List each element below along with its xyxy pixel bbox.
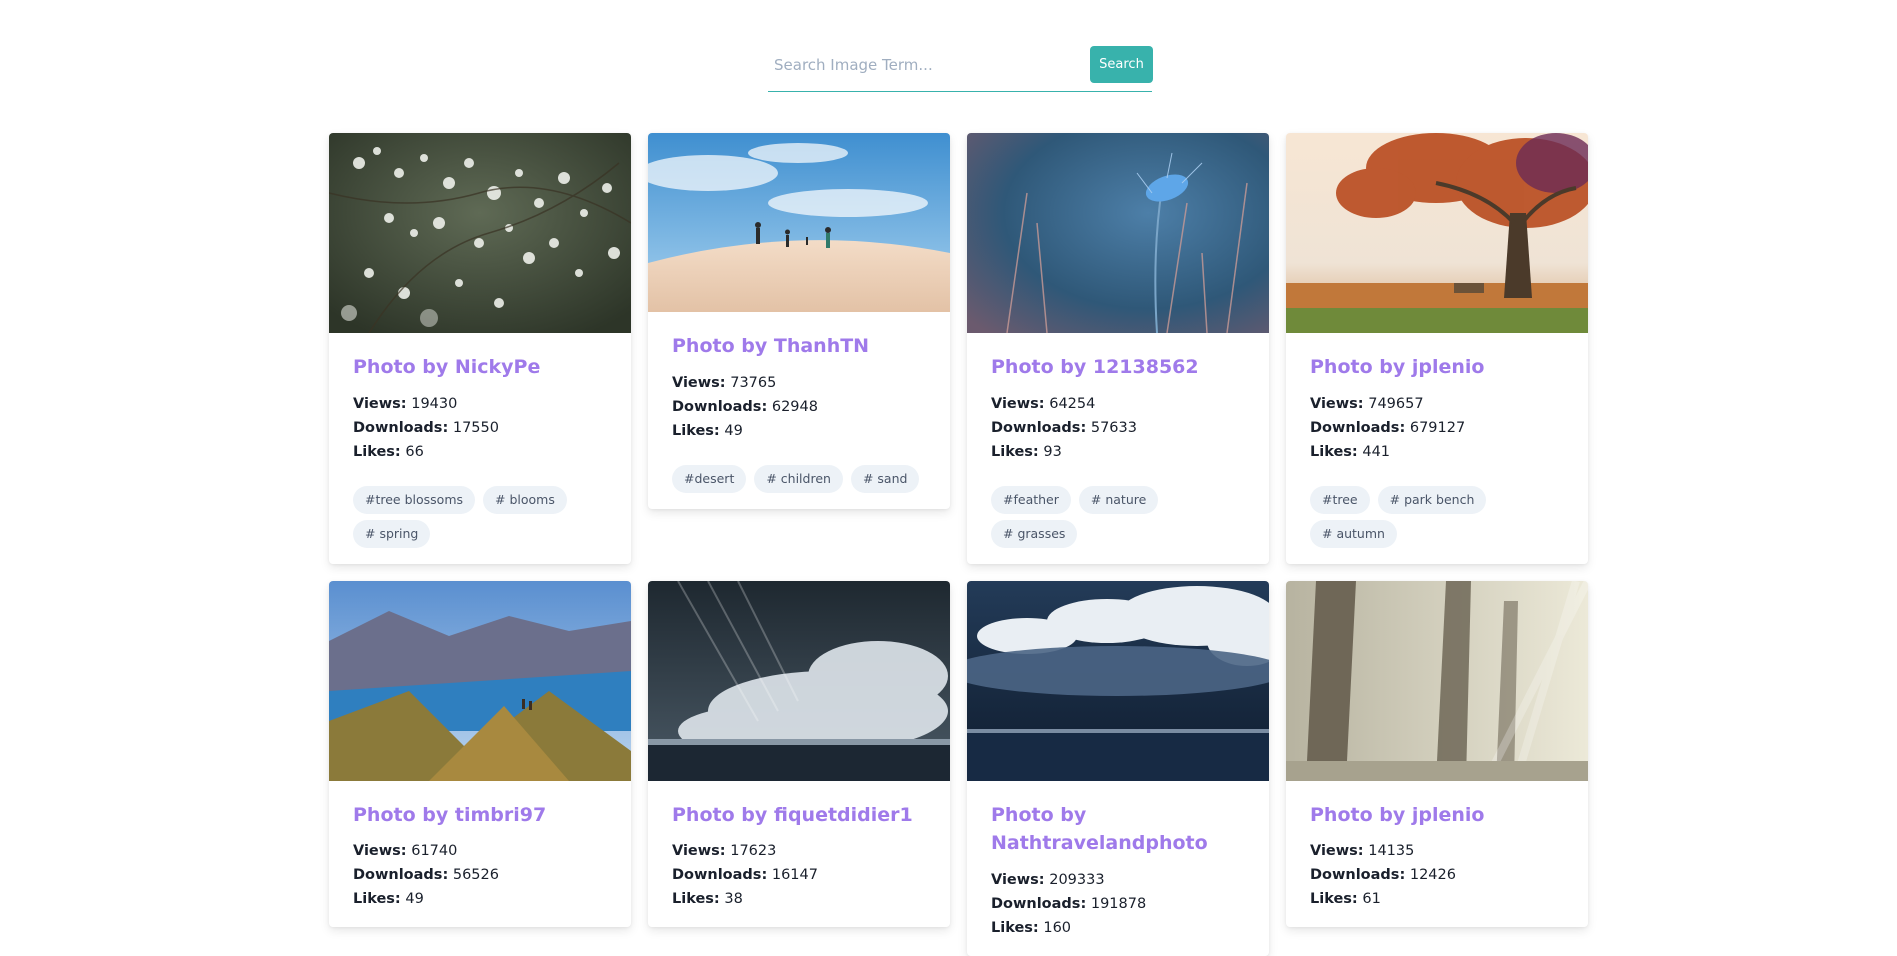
card-title: Photo by NickyPe <box>353 356 541 378</box>
card-photo <box>1286 133 1588 333</box>
views-stat: Views: 209333 <box>991 871 1105 888</box>
views-stat: Views: 14135 <box>1310 843 1415 859</box>
card-photo <box>1286 580 1588 781</box>
tag[interactable]: # blooms <box>483 485 567 514</box>
tag[interactable]: # children <box>754 464 843 493</box>
tag[interactable]: #tree blossoms <box>353 485 476 514</box>
tag-list: #desert # children # sand <box>672 464 926 493</box>
tag-list: #feather # nature # grasses <box>991 485 1245 548</box>
downloads-stat: Downloads: 12426 <box>1310 867 1456 883</box>
card-title: Photo by 12138562 <box>991 356 1199 378</box>
card-title: Photo by timbri97 <box>353 803 547 826</box>
tag[interactable]: # grasses <box>991 519 1078 548</box>
views-stat: Views: 73765 <box>672 374 777 391</box>
image-card: Photo by 12138562 Views: 64254 Downloads… <box>967 133 1269 564</box>
tag[interactable]: # sand <box>850 464 920 493</box>
image-grid: Photo by NickyPe Views: 19430 Downloads:… <box>329 133 1591 956</box>
card-photo <box>648 133 950 312</box>
likes-stat: Likes: 49 <box>353 891 424 907</box>
tag[interactable]: # park bench <box>1377 485 1487 514</box>
likes-stat: Likes: 160 <box>991 919 1072 936</box>
image-card: Photo by fiquetdidier1 Views: 17623 Down… <box>648 580 950 927</box>
views-stat: Views: 749657 <box>1310 395 1424 412</box>
views-stat: Views: 64254 <box>991 395 1096 412</box>
downloads-stat: Downloads: 56526 <box>353 867 499 883</box>
card-photo <box>967 580 1269 781</box>
card-title: Photo by fiquetdidier1 <box>672 803 913 826</box>
tag[interactable]: #feather <box>991 485 1071 514</box>
views-stat: Views: 61740 <box>353 843 458 859</box>
likes-stat: Likes: 66 <box>353 443 424 460</box>
card-title: Photo by Nathtravelandphoto <box>991 803 1208 855</box>
tag[interactable]: #tree <box>1310 485 1370 514</box>
image-card: Photo by timbri97 Views: 61740 Downloads… <box>329 580 631 927</box>
card-photo <box>329 133 631 333</box>
likes-stat: Likes: 49 <box>672 422 743 439</box>
image-card: Photo by NickyPe Views: 19430 Downloads:… <box>329 133 631 564</box>
image-card: Photo by jplenio Views: 749657 Downloads… <box>1286 133 1588 564</box>
image-card: Photo by jplenio Views: 14135 Downloads:… <box>1286 580 1588 927</box>
downloads-stat: Downloads: 57633 <box>991 419 1137 436</box>
views-stat: Views: 17623 <box>672 843 777 859</box>
image-card: Photo by ThanhTN Views: 73765 Downloads:… <box>648 133 950 509</box>
views-stat: Views: 19430 <box>353 395 458 412</box>
card-title: Photo by ThanhTN <box>672 335 870 357</box>
downloads-stat: Downloads: 679127 <box>1310 419 1466 436</box>
search-button[interactable]: Search <box>1090 46 1153 83</box>
tag[interactable]: # spring <box>353 519 431 548</box>
downloads-stat: Downloads: 62948 <box>672 398 818 415</box>
card-photo <box>648 580 950 781</box>
likes-stat: Likes: 61 <box>1310 891 1381 907</box>
downloads-stat: Downloads: 16147 <box>672 867 818 883</box>
tag-list: #tree blossoms # blooms # spring <box>353 485 607 548</box>
search-input[interactable] <box>770 46 1078 84</box>
card-photo <box>329 580 631 781</box>
card-title: Photo by jplenio <box>1310 803 1485 826</box>
downloads-stat: Downloads: 17550 <box>353 419 499 436</box>
tag[interactable]: #desert <box>672 464 747 493</box>
card-photo <box>967 133 1269 333</box>
likes-stat: Likes: 441 <box>1310 443 1391 460</box>
likes-stat: Likes: 38 <box>672 891 743 907</box>
tag[interactable]: # nature <box>1078 485 1159 514</box>
downloads-stat: Downloads: 191878 <box>991 895 1147 912</box>
card-title: Photo by jplenio <box>1310 356 1485 378</box>
search-form: Search <box>768 46 1153 92</box>
tag-list: #tree # park bench # autumn <box>1310 485 1564 548</box>
likes-stat: Likes: 93 <box>991 443 1062 460</box>
image-card: Photo by Nathtravelandphoto Views: 20933… <box>967 580 1269 956</box>
tag[interactable]: # autumn <box>1310 519 1397 548</box>
